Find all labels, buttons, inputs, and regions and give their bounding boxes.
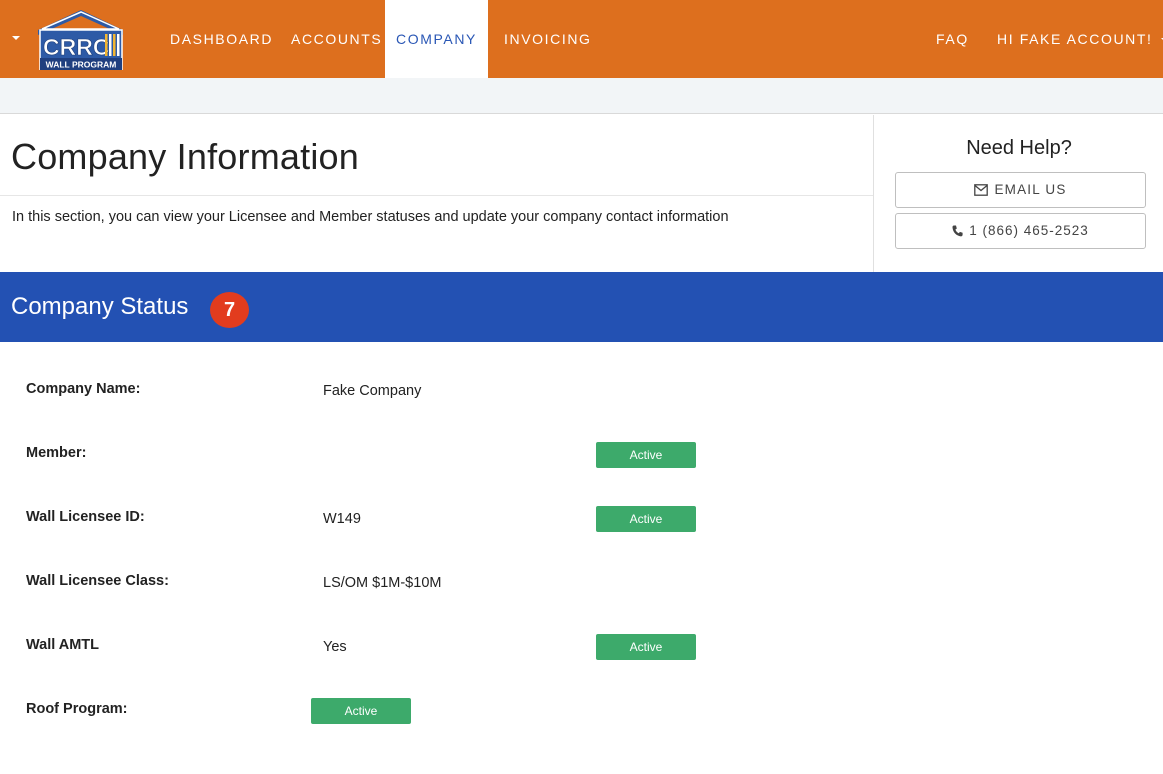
wall-licensee-class-value: LS/OM $1M-$10M xyxy=(323,575,442,591)
user-menu-label: HI FAKE ACCOUNT! xyxy=(997,31,1153,47)
nav-company[interactable]: COMPANY xyxy=(385,0,488,78)
logo-wordmark: CRRC xyxy=(43,34,109,60)
nav-invoicing[interactable]: INVOICING xyxy=(504,0,592,78)
nav-faq[interactable]: FAQ xyxy=(936,0,969,78)
status-title: Company Status xyxy=(11,293,189,320)
wall-amtl-value: Yes xyxy=(323,639,347,655)
member-status-badge: Active xyxy=(596,442,696,468)
member-label: Member: xyxy=(26,445,87,461)
logo-subtitle: WALL PROGRAM xyxy=(46,60,117,70)
wall-amtl-status-badge: Active xyxy=(596,634,696,660)
email-us-button[interactable]: EMAIL US xyxy=(895,172,1146,208)
roof-program-status-badge: Active xyxy=(311,698,411,724)
user-menu[interactable]: HI FAKE ACCOUNT! xyxy=(997,0,1163,78)
phone-button[interactable]: 1 (866) 465-2523 xyxy=(895,213,1146,249)
roof-program-label: Roof Program: xyxy=(26,701,128,717)
help-title: Need Help? xyxy=(966,137,1072,159)
phone-label: 1 (866) 465-2523 xyxy=(969,223,1089,238)
nav-accounts[interactable]: ACCOUNTS xyxy=(291,0,382,78)
subheader-band xyxy=(0,78,1163,114)
top-navbar: CRRC WALL PROGRAM DASHBOARD ACCOUNTS COM… xyxy=(0,0,1163,78)
crrc-logo[interactable]: CRRC WALL PROGRAM xyxy=(37,8,125,71)
notification-badge: 7 xyxy=(210,292,249,328)
email-us-label: EMAIL US xyxy=(994,182,1067,197)
wall-licensee-id-label: Wall Licensee ID: xyxy=(26,509,145,525)
wall-licensee-status-badge: Active xyxy=(596,506,696,532)
company-name-label: Company Name: xyxy=(26,381,141,397)
page-intro: In this section, you can view your Licen… xyxy=(12,209,729,225)
company-status-bar: Company Status xyxy=(0,272,1163,342)
wall-amtl-label: Wall AMTL xyxy=(26,637,100,653)
wall-licensee-class-label: Wall Licensee Class: xyxy=(26,573,169,589)
page-title: Company Information xyxy=(11,136,359,177)
nav-dashboard[interactable]: DASHBOARD xyxy=(170,0,273,78)
help-panel: Need Help? EMAIL US 1 (866) 465-2523 xyxy=(873,115,1163,272)
menu-caret-icon[interactable] xyxy=(12,36,20,40)
phone-icon xyxy=(952,225,963,237)
company-name-value: Fake Company xyxy=(323,383,422,399)
wall-licensee-id-value: W149 xyxy=(323,511,361,527)
envelope-icon xyxy=(974,184,989,196)
title-divider xyxy=(0,195,873,196)
